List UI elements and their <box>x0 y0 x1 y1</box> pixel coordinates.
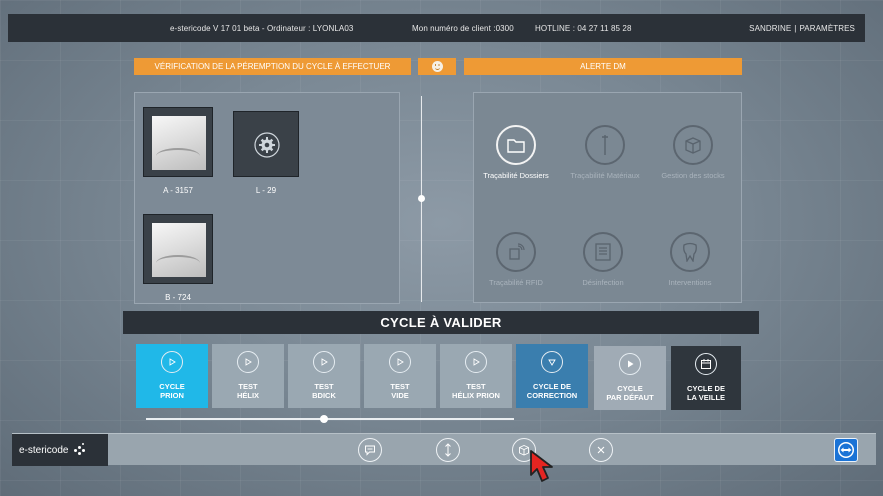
tooth-icon <box>670 232 710 272</box>
machine-label: L - 29 <box>255 186 277 195</box>
cycle-line1: TEST <box>466 382 486 391</box>
cycle-line2: PRION <box>160 391 184 400</box>
chat-icon[interactable] <box>358 438 382 462</box>
cycle-to-validate-header: CYCLE À VALIDER <box>123 311 759 334</box>
box-icon <box>673 125 713 165</box>
test-helix-prion-button[interactable]: TEST HÉLIX PRION <box>440 344 512 408</box>
gear-icon <box>253 131 281 159</box>
user-name[interactable]: SANDRINE <box>749 24 791 33</box>
autoclave-image <box>152 116 206 170</box>
cycle-line1: CYCLE <box>617 384 643 393</box>
cycle-line1: CYCLE DE <box>533 382 571 391</box>
cycle-scrollbar[interactable] <box>146 418 514 420</box>
module-tracabilite-rfid[interactable]: Traçabilité RFID <box>471 232 561 287</box>
play-icon <box>313 351 335 373</box>
client-number: Mon numéro de client :0300 <box>412 23 514 33</box>
machine-label: A - 3157 <box>163 186 193 195</box>
autoclave-image <box>152 223 206 277</box>
cycle-par-defaut-button[interactable]: CYCLE PAR DÉFAUT <box>594 346 666 410</box>
top-bar: e-stericode V 17 01 beta - Ordinateur : … <box>8 14 865 42</box>
module-label: Gestion des stocks <box>661 171 725 180</box>
test-bdick-button[interactable]: TEST BDICK <box>288 344 360 408</box>
test-vide-button[interactable]: TEST VIDE <box>364 344 436 408</box>
cycle-line1: TEST <box>390 382 410 391</box>
logo-text: e-stericode <box>19 444 69 456</box>
module-tracabilite-dossiers[interactable]: Traçabilité Dossiers <box>471 125 561 180</box>
module-label: Désinfection <box>582 278 624 287</box>
logo-dots-icon <box>72 443 86 457</box>
module-gestion-stocks[interactable]: Gestion des stocks <box>648 125 738 180</box>
module-label: Traçabilité RFID <box>489 278 543 287</box>
close-icon[interactable] <box>589 438 613 462</box>
machines-panel: A - 3157 L - 29 B - 724 <box>134 92 400 304</box>
status-button[interactable] <box>418 58 456 75</box>
play-icon <box>619 353 641 375</box>
cycle-line2: PAR DÉFAUT <box>606 393 654 402</box>
cycle-line2: BDICK <box>312 391 336 400</box>
cycle-scroll-handle[interactable] <box>320 415 328 423</box>
calendar-icon <box>695 353 717 375</box>
cycle-correction-button[interactable]: CYCLE DE CORRECTION <box>516 344 588 408</box>
cycle-line2: HÉLIX <box>236 391 260 400</box>
module-tracabilite-materiaux[interactable]: Traçabilité Matériaux <box>560 125 650 180</box>
folder-icon <box>496 125 536 165</box>
test-helix-button[interactable]: TEST HÉLIX <box>212 344 284 408</box>
play-icon <box>237 351 259 373</box>
play-icon <box>389 351 411 373</box>
machine-label: B - 724 <box>165 293 191 302</box>
triangle-down-icon <box>541 351 563 373</box>
expiry-verification-banner[interactable]: Vérification de la péremption du cycle à… <box>134 58 411 75</box>
cycle-line1: TEST <box>314 382 334 391</box>
cycle-line2: VIDE <box>391 391 409 400</box>
module-label: Traçabilité Matériaux <box>570 171 640 180</box>
bottom-bar: e-stericode <box>12 433 876 466</box>
cycle-line2: LA VEILLE <box>686 393 726 402</box>
machine-l-29[interactable] <box>233 111 299 177</box>
washer-icon <box>583 232 623 272</box>
teamviewer-icon[interactable] <box>834 438 858 462</box>
rfid-icon <box>496 232 536 272</box>
machine-a-3157[interactable] <box>143 107 213 177</box>
module-label: Traçabilité Dossiers <box>483 171 549 180</box>
cycle-line2: CORRECTION <box>526 391 578 400</box>
hotline: HOTLINE : 04 27 11 85 28 <box>535 23 632 33</box>
app-info: e-stericode V 17 01 beta - Ordinateur : … <box>170 23 354 33</box>
smiley-icon <box>431 61 443 72</box>
vertical-arrows-icon[interactable] <box>436 438 460 462</box>
cycle-prion-button[interactable]: CYCLE PRION <box>136 344 208 408</box>
divider-handle[interactable] <box>418 195 425 202</box>
cycle-line1: TEST <box>238 382 258 391</box>
cycle-veille-button[interactable]: CYCLE DE LA VEILLE <box>671 346 741 410</box>
play-icon <box>161 351 183 373</box>
e-stericode-logo: e-stericode <box>12 434 108 466</box>
settings-link[interactable]: PARAMÈTRES <box>799 24 855 33</box>
module-label: Interventions <box>668 278 712 287</box>
modules-panel: Traçabilité Dossiers Traçabilité Matéria… <box>473 92 742 303</box>
play-icon <box>465 351 487 373</box>
machine-b-724[interactable] <box>143 214 213 284</box>
module-desinfection[interactable]: Désinfection <box>558 232 648 287</box>
cycle-line1: CYCLE DE <box>687 384 725 393</box>
separator: | <box>794 23 797 33</box>
user-area: SANDRINE | PARAMÈTRES <box>749 24 855 33</box>
cycle-line2: HÉLIX PRION <box>452 391 500 400</box>
mouse-cursor-icon <box>527 448 565 488</box>
tool-icon <box>585 125 625 165</box>
cycle-line1: CYCLE <box>159 382 185 391</box>
dm-alert-banner[interactable]: ALERTE DM <box>464 58 742 75</box>
module-interventions[interactable]: Interventions <box>645 232 735 287</box>
